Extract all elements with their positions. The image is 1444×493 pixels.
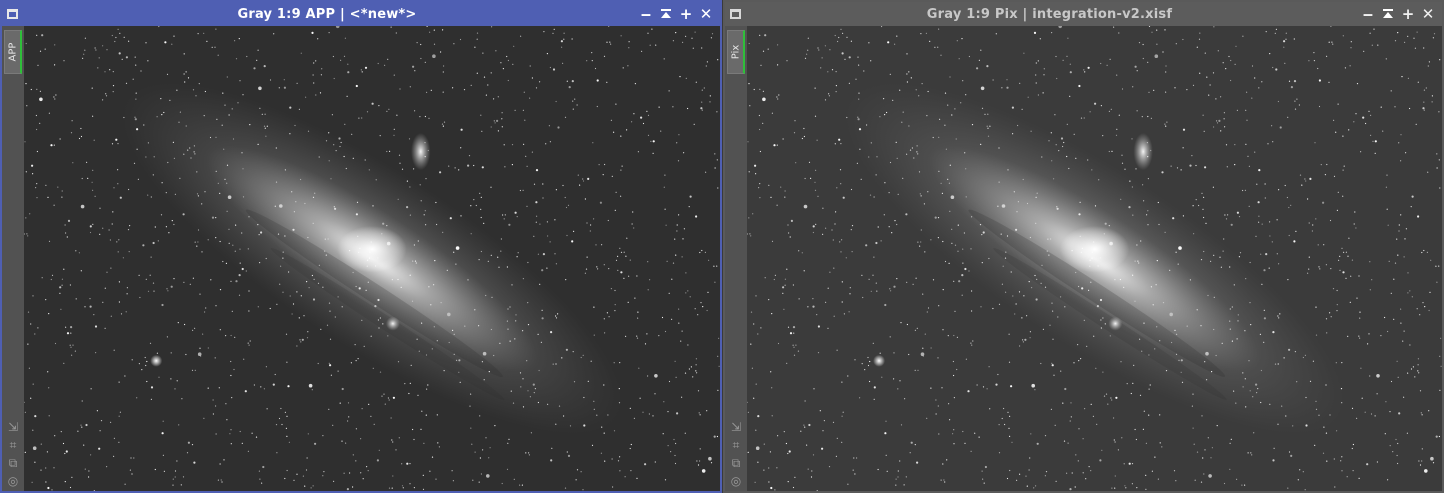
image-window-pix[interactable]: Gray 1:9 Pix | integration-v2.xisf ‒ + ✕… [723,0,1444,493]
shade-button[interactable] [1378,4,1398,24]
titlebar[interactable]: Gray 1:9 Pix | integration-v2.xisf ‒ + ✕ [725,2,1442,26]
duplicate-icon[interactable]: ⧉ [6,456,20,470]
window-title: Gray 1:9 Pix | integration-v2.xisf [926,6,1173,22]
titlebar[interactable]: Gray 1:9 APP | <*new*> ‒ + ✕ [2,2,720,26]
shade-icon [661,9,671,18]
zoom-to-fit-icon[interactable]: ⌗ [729,438,743,452]
galaxy-image [24,26,720,491]
window-title: Gray 1:9 APP | <*new*> [237,6,417,22]
duplicate-icon[interactable]: ⧉ [729,456,743,470]
identifier-tab-label: Pix [730,44,741,60]
maximize-button[interactable]: + [1398,4,1418,24]
fit-view-icon[interactable]: ⇲ [6,420,20,434]
shade-icon [1383,9,1393,18]
identifier-tab[interactable]: Pix [727,30,745,74]
minimize-button[interactable]: ‒ [1358,4,1378,24]
window-menu-icon[interactable] [7,9,18,19]
identifier-tab-label: APP [7,42,18,62]
target-icon[interactable]: ◎ [729,474,743,488]
fit-view-icon[interactable]: ⇲ [729,420,743,434]
image-canvas[interactable] [24,26,720,491]
target-icon[interactable]: ◎ [6,474,20,488]
close-button[interactable]: ✕ [696,4,716,24]
minimize-button[interactable]: ‒ [636,4,656,24]
galaxy-image [747,26,1442,491]
image-canvas[interactable] [747,26,1442,491]
identifier-tab[interactable]: APP [4,30,22,74]
maximize-button[interactable]: + [676,4,696,24]
view-sidebar: APP ⇲ ⌗ ⧉ ◎ [2,26,24,491]
close-button[interactable]: ✕ [1418,4,1438,24]
shade-button[interactable] [656,4,676,24]
zoom-to-fit-icon[interactable]: ⌗ [6,438,20,452]
image-window-app[interactable]: Gray 1:9 APP | <*new*> ‒ + ✕ APP ⇲ ⌗ ⧉ ◎ [0,0,722,493]
window-menu-icon[interactable] [730,9,741,19]
view-sidebar: Pix ⇲ ⌗ ⧉ ◎ [725,26,747,491]
